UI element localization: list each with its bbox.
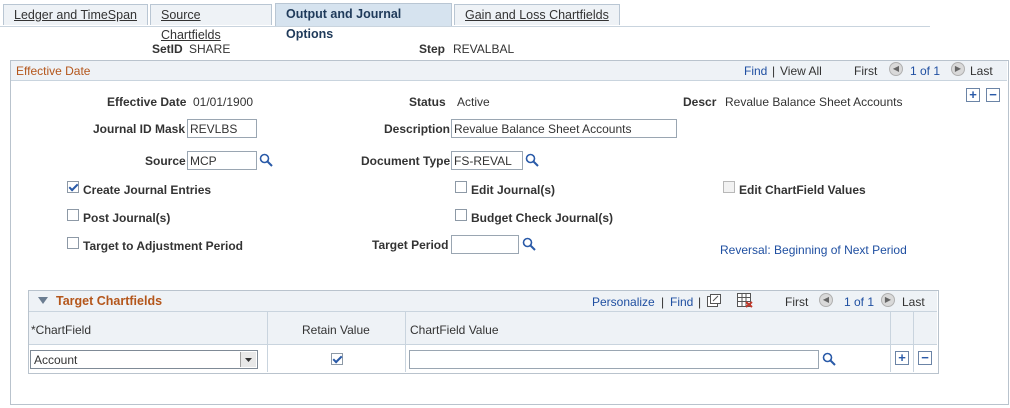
budget-check-label: Budget Check Journal(s) [471, 211, 614, 225]
effective-date-label: Effective Date [107, 95, 187, 109]
effdate-count: 1 of 1 [910, 64, 941, 78]
add-row-icon[interactable]: + [895, 351, 909, 365]
arrow-right-icon[interactable]: ▶ [951, 62, 965, 76]
column-header-chartfield-value[interactable]: ChartField Value [410, 323, 499, 337]
grid-find-link[interactable]: Find [670, 295, 693, 309]
separator: | [661, 295, 665, 309]
view-all-link[interactable]: View All [780, 64, 822, 78]
column-divider [267, 312, 268, 372]
journal-id-mask-input[interactable] [187, 119, 257, 138]
view-all-grid-icon[interactable] [707, 294, 721, 307]
separator: | [698, 295, 702, 309]
document-type-input[interactable] [451, 151, 523, 170]
column-divider [405, 312, 406, 372]
arrow-left-icon[interactable]: ◀ [819, 293, 833, 307]
document-type-label: Document Type [361, 154, 451, 168]
grid-first-label: First [785, 295, 809, 309]
budget-check-checkbox[interactable] [455, 209, 467, 221]
tab-gain-loss-chartfields[interactable]: Gain and Loss Chartfields [454, 4, 620, 25]
post-journal-checkbox[interactable] [67, 209, 79, 221]
delete-row-icon[interactable]: − [986, 88, 1000, 102]
download-excel-icon[interactable] [737, 293, 753, 308]
setid-value: SHARE [189, 42, 231, 56]
create-journal-label: Create Journal Entries [83, 183, 212, 197]
column-header-retain-value[interactable]: Retain Value [302, 323, 370, 337]
target-period-lookup-icon[interactable] [522, 237, 536, 251]
column-divider [890, 312, 891, 372]
description-label: Description [384, 122, 451, 136]
source-lookup-icon[interactable] [259, 153, 273, 167]
personalize-link[interactable]: Personalize [592, 295, 655, 309]
delete-row-icon[interactable]: − [918, 351, 932, 365]
document-type-lookup-icon[interactable] [525, 153, 539, 167]
grid-count: 1 of 1 [844, 295, 875, 309]
descr-value: Revalue Balance Sheet Accounts [725, 95, 903, 109]
add-row-icon[interactable]: + [966, 88, 980, 102]
chartfield-select-value: Account [34, 353, 78, 367]
target-adjustment-checkbox[interactable] [67, 237, 79, 249]
step-label: Step [419, 42, 446, 56]
column-divider [913, 312, 914, 372]
create-journal-checkbox[interactable] [67, 181, 79, 193]
arrow-left-icon[interactable]: ◀ [889, 62, 903, 76]
chevron-down-icon[interactable] [240, 352, 256, 367]
chartfield-select[interactable]: Account [30, 350, 258, 369]
setid-label: SetID [152, 42, 183, 56]
effective-date-title: Effective Date [16, 64, 91, 78]
arrow-right-icon[interactable]: ▶ [881, 293, 895, 307]
target-period-input[interactable] [451, 235, 519, 254]
edit-journal-checkbox[interactable] [455, 181, 467, 193]
edit-journal-label: Edit Journal(s) [471, 183, 556, 197]
tab-source-chartfields[interactable]: Source Chartfields [150, 4, 272, 42]
status-value: Active [457, 95, 490, 109]
step-value: REVALBAL [453, 42, 515, 56]
target-period-label: Target Period [372, 238, 449, 252]
retain-value-checkbox[interactable] [331, 353, 343, 365]
separator: | [772, 64, 776, 78]
descr-label: Descr [683, 95, 717, 109]
collapse-icon[interactable] [38, 297, 48, 305]
edit-chartfield-checkbox[interactable] [723, 181, 735, 193]
reversal-link[interactable]: Reversal: Beginning of Next Period [720, 243, 907, 257]
effective-date-value: 01/01/1900 [193, 95, 254, 109]
tab-bar: Ledger and TimeSpan Source Chartfields O… [0, 0, 930, 42]
tab-output-journal-options[interactable]: Output and Journal Options [275, 3, 452, 41]
post-journal-label: Post Journal(s) [83, 211, 171, 225]
description-input[interactable] [451, 119, 677, 138]
journal-id-mask-label: Journal ID Mask [93, 122, 186, 136]
target-adjustment-label: Target to Adjustment Period [83, 239, 244, 253]
column-header-chartfield[interactable]: *ChartField [31, 323, 91, 337]
edit-chartfield-label: Edit ChartField Values [739, 183, 866, 197]
source-label: Source [145, 154, 186, 168]
tab-ledger-timespan[interactable]: Ledger and TimeSpan [3, 4, 148, 25]
effdate-first-label: First [854, 64, 878, 78]
effdate-find-link[interactable]: Find [744, 64, 767, 78]
chartfield-value-input[interactable] [409, 350, 819, 369]
chartfield-value-lookup-icon[interactable] [822, 352, 836, 366]
grid-last-label: Last [902, 295, 925, 309]
source-input[interactable] [187, 151, 257, 170]
status-label: Status [409, 95, 446, 109]
target-chartfields-title: Target Chartfields [56, 294, 163, 308]
effdate-last-label: Last [970, 64, 993, 78]
